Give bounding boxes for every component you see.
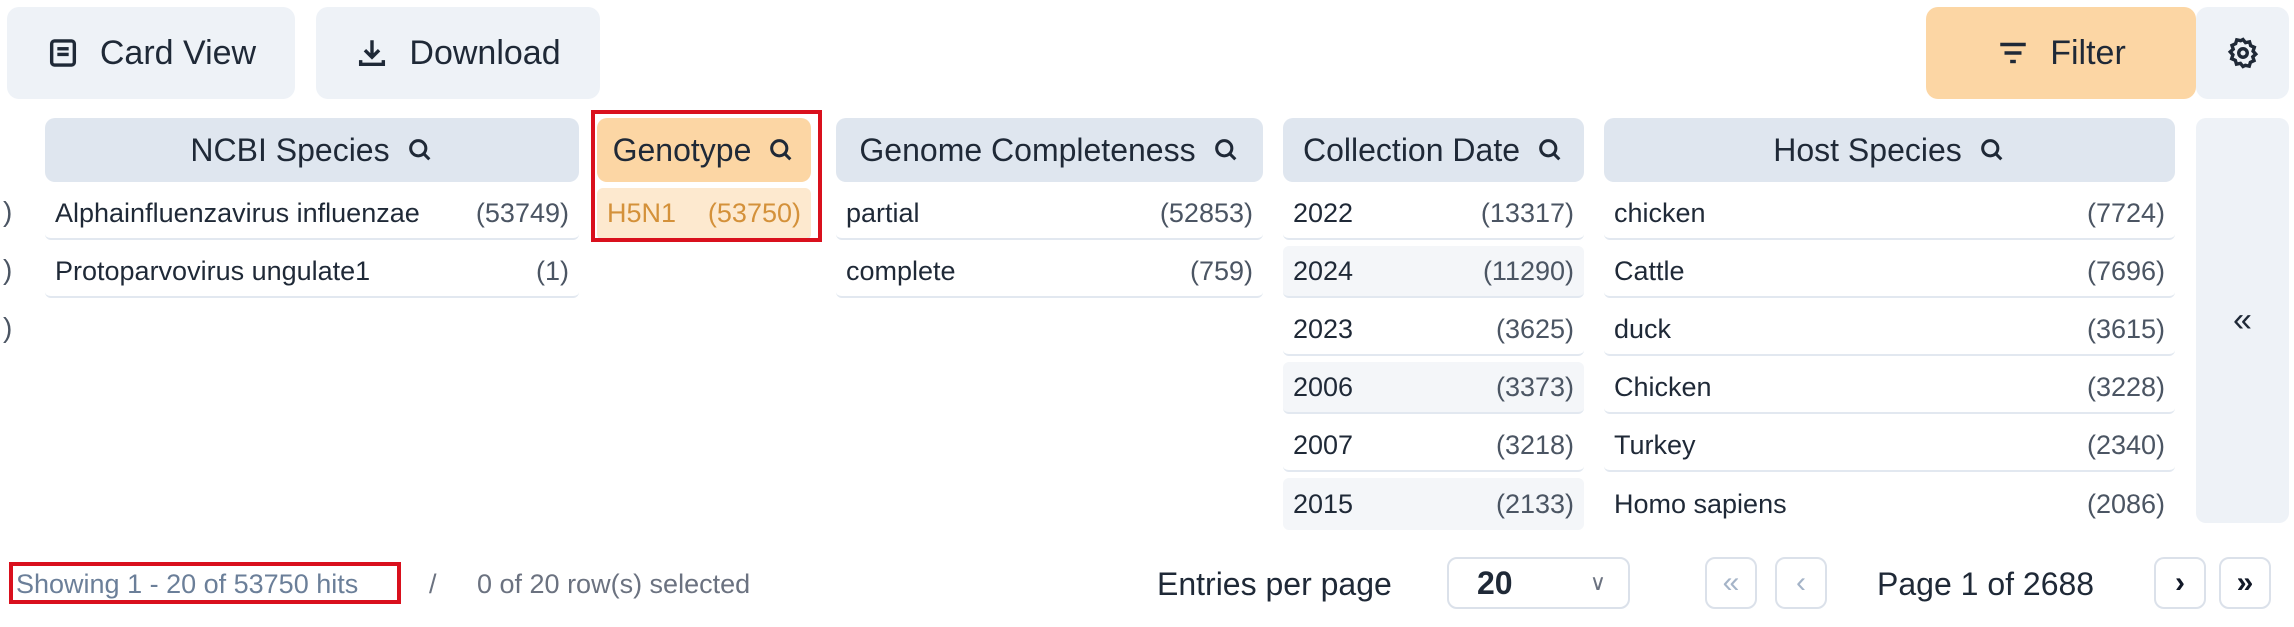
facet-item-label: duck bbox=[1614, 313, 1672, 344]
facet-item[interactable]: 2024 (11290) bbox=[1283, 246, 1584, 298]
entries-per-page-value: 20 bbox=[1477, 564, 1513, 601]
facet-item[interactable]: 2015 (2133) bbox=[1283, 478, 1584, 530]
row-selection-status: 0 of 20 row(s) selected bbox=[477, 569, 751, 599]
facet-header-host-species[interactable]: Host Species bbox=[1604, 118, 2175, 182]
next-page-button[interactable]: › bbox=[2154, 557, 2206, 609]
search-icon[interactable] bbox=[1212, 136, 1240, 164]
facet-item-count: (11290) bbox=[1482, 255, 1574, 286]
facet-item[interactable]: 2006 (3373) bbox=[1283, 362, 1584, 414]
facet-item-label: Cattle bbox=[1614, 255, 1685, 286]
facet-item-label: Alphainfluenzavirus influenzae bbox=[55, 197, 420, 228]
facet-item-label: 2023 bbox=[1293, 313, 1354, 344]
last-page-icon: » bbox=[2236, 566, 2254, 599]
facet-item-selected[interactable]: H5N1 (53750) bbox=[597, 188, 811, 240]
facet-item-label: H5N1 bbox=[607, 197, 677, 228]
facet-item-count: (3228) bbox=[2086, 371, 2165, 402]
facet-item-count: (7696) bbox=[2086, 255, 2165, 286]
facet-item-count: (3218) bbox=[1495, 429, 1574, 460]
facet-item[interactable]: Protoparvovirus ungulate1 (1) bbox=[45, 246, 579, 298]
first-page-button[interactable]: « bbox=[1705, 557, 1757, 609]
prev-page-icon: ‹ bbox=[1796, 566, 1806, 599]
card-view-button[interactable]: Card View bbox=[7, 7, 295, 99]
facet-item-count: (2340) bbox=[2086, 429, 2165, 460]
facet-item-count: (1) bbox=[536, 255, 569, 286]
hits-summary: Showing 1 - 20 of 53750 hits bbox=[16, 569, 359, 599]
facet-title: Collection Date bbox=[1303, 131, 1520, 168]
collapse-facets-button[interactable]: « bbox=[2196, 118, 2289, 523]
facet-item-count: (53749) bbox=[475, 197, 569, 228]
facet-item[interactable]: Chicken (3228) bbox=[1604, 362, 2175, 414]
settings-gear-icon bbox=[2227, 37, 2258, 69]
prev-page-button[interactable]: ‹ bbox=[1775, 557, 1827, 609]
facet-header-genome-completeness[interactable]: Genome Completeness bbox=[836, 118, 1263, 182]
card-view-icon bbox=[49, 39, 76, 67]
clipped-column-fragment: ) bbox=[3, 196, 13, 227]
next-page-icon: › bbox=[2175, 566, 2185, 599]
filter-label: Filter bbox=[2050, 33, 2126, 72]
facet-item-label: chicken bbox=[1614, 197, 1706, 228]
filter-icon bbox=[2000, 42, 2026, 64]
facet-item-label: 2006 bbox=[1293, 371, 1354, 402]
entries-per-page-select[interactable]: 20 ∨ bbox=[1447, 557, 1630, 609]
facet-item-count: (3625) bbox=[1495, 313, 1574, 344]
entries-per-page-label: Entries per page bbox=[1157, 566, 1392, 602]
facet-header-genotype[interactable]: Genotype bbox=[597, 118, 811, 182]
settings-button[interactable] bbox=[2196, 7, 2289, 99]
download-label: Download bbox=[409, 33, 561, 72]
clipped-column-fragment: ) bbox=[3, 254, 13, 285]
facet-item-count: (2133) bbox=[1495, 488, 1574, 519]
facet-item-label: 2015 bbox=[1293, 488, 1354, 519]
facet-item-label: Turkey bbox=[1614, 429, 1696, 460]
facet-item[interactable]: partial (52853) bbox=[836, 188, 1263, 240]
facet-item-label: 2024 bbox=[1293, 255, 1354, 286]
filter-button[interactable]: Filter bbox=[1926, 7, 2196, 99]
facet-item-count: (3373) bbox=[1495, 371, 1574, 402]
facet-item[interactable]: Homo sapiens (2086) bbox=[1604, 478, 2175, 530]
facet-item-count: (2086) bbox=[2086, 488, 2165, 519]
facet-item[interactable]: Cattle (7696) bbox=[1604, 246, 2175, 298]
download-icon bbox=[359, 40, 386, 67]
facet-title: Host Species bbox=[1773, 131, 1962, 168]
page-indicator: Page 1 of 2688 bbox=[1877, 566, 2095, 602]
facet-title: Genome Completeness bbox=[859, 131, 1196, 168]
facet-item-count: (3615) bbox=[2086, 313, 2165, 344]
facet-title: NCBI Species bbox=[190, 131, 390, 168]
facet-item-count: (7724) bbox=[2086, 197, 2165, 228]
facet-item-label: Homo sapiens bbox=[1614, 488, 1787, 519]
facet-item-label: Chicken bbox=[1614, 371, 1712, 402]
download-button[interactable]: Download bbox=[316, 7, 600, 99]
facet-item[interactable]: Alphainfluenzavirus influenzae (53749) bbox=[45, 188, 579, 240]
facet-item[interactable]: 2023 (3625) bbox=[1283, 304, 1584, 356]
facet-item[interactable]: Turkey (2340) bbox=[1604, 420, 2175, 472]
facet-item-count: (52853) bbox=[1159, 197, 1253, 228]
facet-item[interactable]: complete (759) bbox=[836, 246, 1263, 298]
footer-separator: / bbox=[429, 569, 437, 599]
search-icon[interactable] bbox=[1978, 136, 2006, 164]
search-icon[interactable] bbox=[406, 136, 434, 164]
facet-item-count: (759) bbox=[1189, 255, 1253, 286]
facet-item-label: 2022 bbox=[1293, 197, 1354, 228]
facet-header-collection-date[interactable]: Collection Date bbox=[1283, 118, 1584, 182]
facet-item-label: Protoparvovirus ungulate1 bbox=[55, 255, 371, 286]
facet-item[interactable]: chicken (7724) bbox=[1604, 188, 2175, 240]
facet-header-ncbi-species[interactable]: NCBI Species bbox=[45, 118, 579, 182]
facet-item[interactable]: 2022 (13317) bbox=[1283, 188, 1584, 240]
facet-item-label: partial bbox=[846, 197, 920, 228]
search-icon[interactable] bbox=[1536, 136, 1564, 164]
search-icon[interactable] bbox=[767, 136, 795, 164]
card-view-label: Card View bbox=[99, 33, 257, 72]
facet-item-label: complete bbox=[846, 255, 956, 286]
facet-item[interactable]: duck (3615) bbox=[1604, 304, 2175, 356]
facet-item-count: (53750) bbox=[707, 197, 801, 228]
facet-item-count: (13317) bbox=[1480, 197, 1574, 228]
last-page-button[interactable]: » bbox=[2219, 557, 2271, 609]
facet-title: Genotype bbox=[612, 131, 752, 168]
facet-item[interactable]: 2007 (3218) bbox=[1283, 420, 1584, 472]
chevron-down-icon: ∨ bbox=[1589, 570, 1606, 595]
clipped-column-fragment: ) bbox=[3, 312, 13, 343]
first-page-icon: « bbox=[1722, 566, 1740, 599]
collapse-icon: « bbox=[2233, 301, 2252, 339]
facet-item-label: 2007 bbox=[1293, 429, 1354, 460]
